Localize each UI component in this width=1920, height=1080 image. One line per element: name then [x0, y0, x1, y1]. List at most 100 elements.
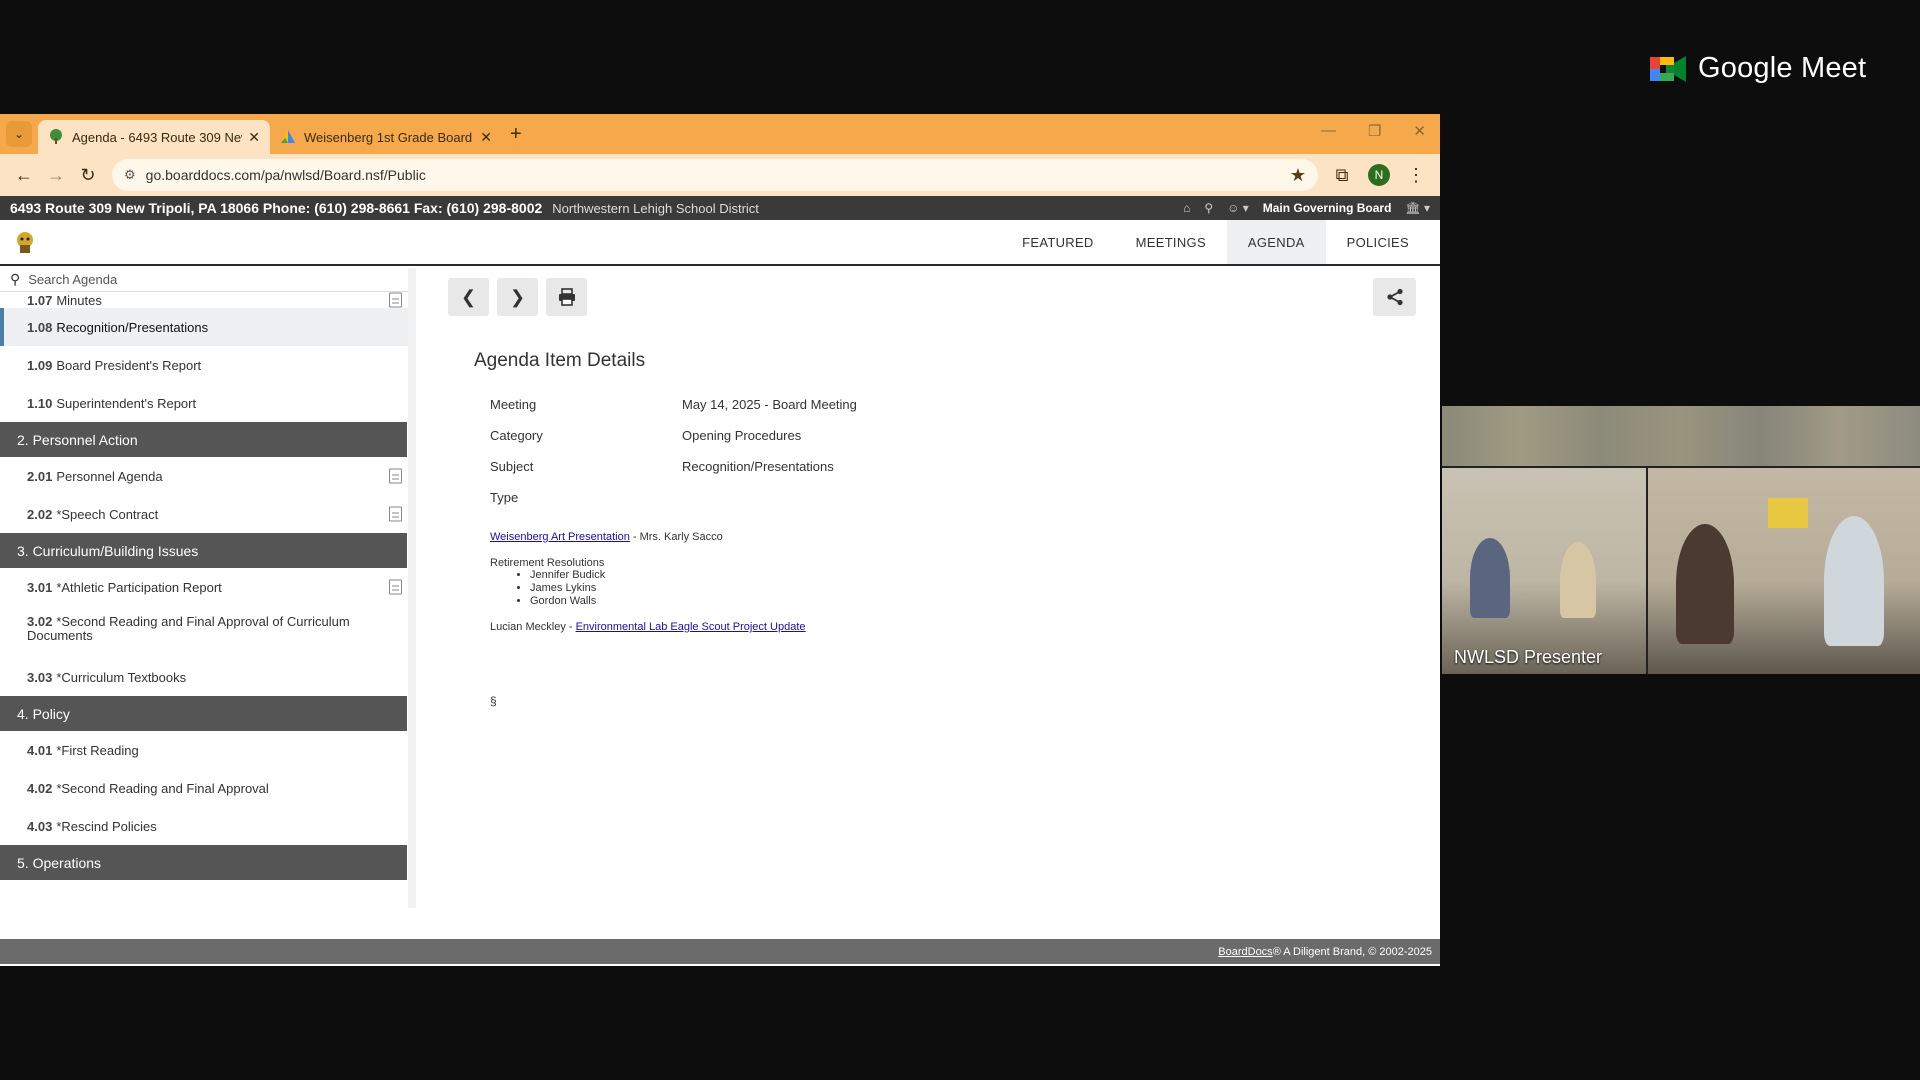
tab-weisenberg[interactable]: Weisenberg 1st Grade Board P ✕	[270, 120, 502, 154]
next-item-button[interactable]: ❯	[497, 278, 538, 316]
close-window-icon[interactable]: ✕	[1413, 122, 1426, 140]
profile-avatar[interactable]: N	[1368, 164, 1390, 186]
agenda-item-number: 1.09	[27, 357, 53, 373]
agenda-item-text: 2.02 *Speech Contract	[27, 507, 158, 522]
art-presentation-link[interactable]: Weisenberg Art Presentation	[490, 531, 630, 543]
building-icon[interactable]: 🏛 ▾	[1405, 201, 1430, 215]
field-type: Type	[490, 490, 682, 505]
board-selector[interactable]: Main Governing Board	[1263, 201, 1392, 215]
attachment-document-icon[interactable]	[389, 506, 402, 522]
retirement-heading: Retirement Resolutions	[490, 557, 605, 569]
detail-title: Agenda Item Details	[474, 350, 646, 371]
reload-icon[interactable]: ↻	[72, 159, 104, 191]
district-logo-icon[interactable]	[12, 229, 38, 255]
sidebar-scrollbar[interactable]	[408, 268, 416, 908]
field-value: Recognition/Presentations	[682, 459, 834, 474]
print-button[interactable]	[546, 278, 587, 316]
agenda-item[interactable]: 2.01 Personnel Agenda	[0, 457, 408, 495]
google-meet-logo-icon	[1650, 55, 1686, 82]
agenda-item-content: ❮ ❯ Agenda Item Details Meeting May 14, 2…	[416, 268, 1432, 924]
wall-poster	[1768, 498, 1808, 528]
minimize-icon[interactable]: —	[1321, 122, 1336, 140]
agenda-item-text: 4.01 *First Reading	[27, 743, 139, 758]
tab-title: Weisenberg 1st Grade Board P	[304, 129, 475, 145]
agenda-item[interactable]: 4.02 *Second Reading and Final Approval	[0, 769, 408, 807]
agenda-item[interactable]: 1.08 Recognition/Presentations	[0, 308, 408, 346]
extensions-icon[interactable]: ⧉	[1326, 159, 1358, 191]
agenda-item-number: 3.03	[27, 669, 53, 685]
agenda-item[interactable]: 1.07 Minutes	[0, 292, 408, 308]
retiree-item: Gordon Walls	[530, 595, 605, 608]
boarddocs-nav: FEATURED MEETINGS AGENDA POLICIES	[0, 220, 1440, 266]
agenda-item-number: 2.02	[27, 506, 53, 522]
page-footer: BoardDocs ® A Diligent Brand, © 2002-2025	[0, 939, 1440, 964]
participant-silhouette	[1470, 538, 1510, 618]
agenda-item[interactable]: 1.09 Board President's Report	[0, 346, 408, 384]
boarddocs-info-bar: 6493 Route 309 New Tripoli, PA 18066 Pho…	[0, 196, 1440, 220]
video-tile-left	[1442, 468, 1646, 674]
agenda-item[interactable]: 3.02 *Second Reading and Final Approval o…	[0, 606, 408, 658]
meet-video-tiles[interactable]: NWLSD Presenter	[1442, 406, 1920, 674]
field-category: Category Opening Procedures	[490, 428, 801, 443]
forward-icon[interactable]: →	[40, 159, 72, 191]
previous-item-button[interactable]: ❮	[448, 278, 489, 316]
bookmark-star-icon[interactable]: ★	[1290, 165, 1306, 186]
info-bar-actions: ⌂ ⚲ ☺ ▾ Main Governing Board 🏛 ▾	[1183, 201, 1430, 215]
screen: Google Meet ⌄ Agenda - 6493 Route 309 Ne…	[0, 0, 1920, 1080]
agenda-item[interactable]: 4.03 *Rescind Policies	[0, 807, 408, 845]
browser-window: ⌄ Agenda - 6493 Route 309 New ✕ Weisenbe…	[0, 114, 1440, 966]
district-address: 6493 Route 309 New Tripoli, PA 18066 Pho…	[10, 200, 543, 216]
eagle-scout-link[interactable]: Environmental Lab Eagle Scout Project Up…	[576, 621, 806, 633]
site-info-icon[interactable]: ⚙	[124, 167, 136, 183]
agenda-item-number: 3.01	[27, 579, 53, 595]
close-tab-icon[interactable]: ✕	[248, 129, 260, 146]
agenda-item[interactable]: 3.03 *Curriculum Textbooks	[0, 658, 408, 696]
agenda-section-header[interactable]: 5. Operations	[0, 845, 407, 880]
boarddocs-link[interactable]: BoardDocs	[1218, 946, 1272, 958]
new-tab-icon[interactable]: +	[510, 123, 522, 146]
search-icon: ⚲	[10, 271, 21, 287]
agenda-item-text: 3.03 *Curriculum Textbooks	[27, 670, 186, 685]
agenda-item-label: Board President's Report	[56, 357, 202, 373]
attachment-document-icon[interactable]	[389, 579, 402, 595]
district-name: Northwestern Lehigh School District	[552, 200, 759, 216]
close-tab-icon[interactable]: ✕	[480, 129, 492, 146]
agenda-item-number: 1.07	[27, 292, 53, 308]
home-icon[interactable]: ⌂	[1183, 201, 1190, 215]
agenda-search[interactable]: ⚲ Search Agenda	[0, 268, 408, 292]
tab-meetings[interactable]: MEETINGS	[1115, 220, 1227, 264]
search-icon[interactable]: ⚲	[1204, 201, 1213, 215]
tab-agenda[interactable]: Agenda - 6493 Route 309 New ✕	[38, 120, 270, 154]
tab-search-button[interactable]: ⌄	[6, 121, 32, 147]
agenda-item-label: *First Reading	[56, 742, 139, 758]
restore-icon[interactable]: ❐	[1368, 122, 1381, 140]
agenda-item[interactable]: 3.01 *Athletic Participation Report	[0, 568, 408, 606]
agenda-item[interactable]: 1.10 Superintendent's Report	[0, 384, 408, 422]
attachment-document-icon[interactable]	[389, 292, 402, 308]
tab-strip: ⌄ Agenda - 6493 Route 309 New ✕ Weisenbe…	[0, 114, 1440, 154]
item-toolbar: ❮ ❯	[448, 278, 587, 316]
url-field[interactable]: ⚙ go.boarddocs.com/pa/nwlsd/Board.nsf/Pu…	[112, 159, 1318, 191]
agenda-section-header[interactable]: 2. Personnel Action	[0, 422, 407, 457]
agenda-item-text: 3.02 *Second Reading and Final Approval o…	[27, 615, 408, 643]
attachment-document-icon[interactable]	[389, 468, 402, 484]
tab-featured[interactable]: FEATURED	[1001, 220, 1115, 264]
art-presentation-line: Weisenberg Art Presentation - Mrs. Karly…	[490, 531, 723, 543]
menu-kebab-icon[interactable]: ⋮	[1400, 159, 1432, 191]
agenda-section-header[interactable]: 4. Policy	[0, 696, 407, 731]
agenda-item[interactable]: 2.02 *Speech Contract	[0, 495, 408, 533]
back-icon[interactable]: ←	[8, 159, 40, 191]
user-icon[interactable]: ☺ ▾	[1227, 201, 1249, 215]
agenda-item-number: 4.02	[27, 780, 53, 796]
agenda-item[interactable]: 4.01 *First Reading	[0, 731, 408, 769]
tab-policies[interactable]: POLICIES	[1326, 220, 1430, 264]
tree-favicon-icon	[50, 129, 62, 144]
agenda-item-number: 1.08	[27, 319, 53, 335]
tab-agenda-nav[interactable]: AGENDA	[1226, 220, 1326, 264]
footer-copyright: ® A Diligent Brand, © 2002-2025	[1272, 945, 1432, 958]
google-meet-brand: Google Meet	[1650, 52, 1866, 85]
share-button[interactable]	[1373, 278, 1416, 316]
share-icon	[1386, 288, 1403, 306]
field-value: May 14, 2025 - Board Meeting	[682, 397, 857, 412]
agenda-section-header[interactable]: 3. Curriculum/Building Issues	[0, 533, 407, 568]
